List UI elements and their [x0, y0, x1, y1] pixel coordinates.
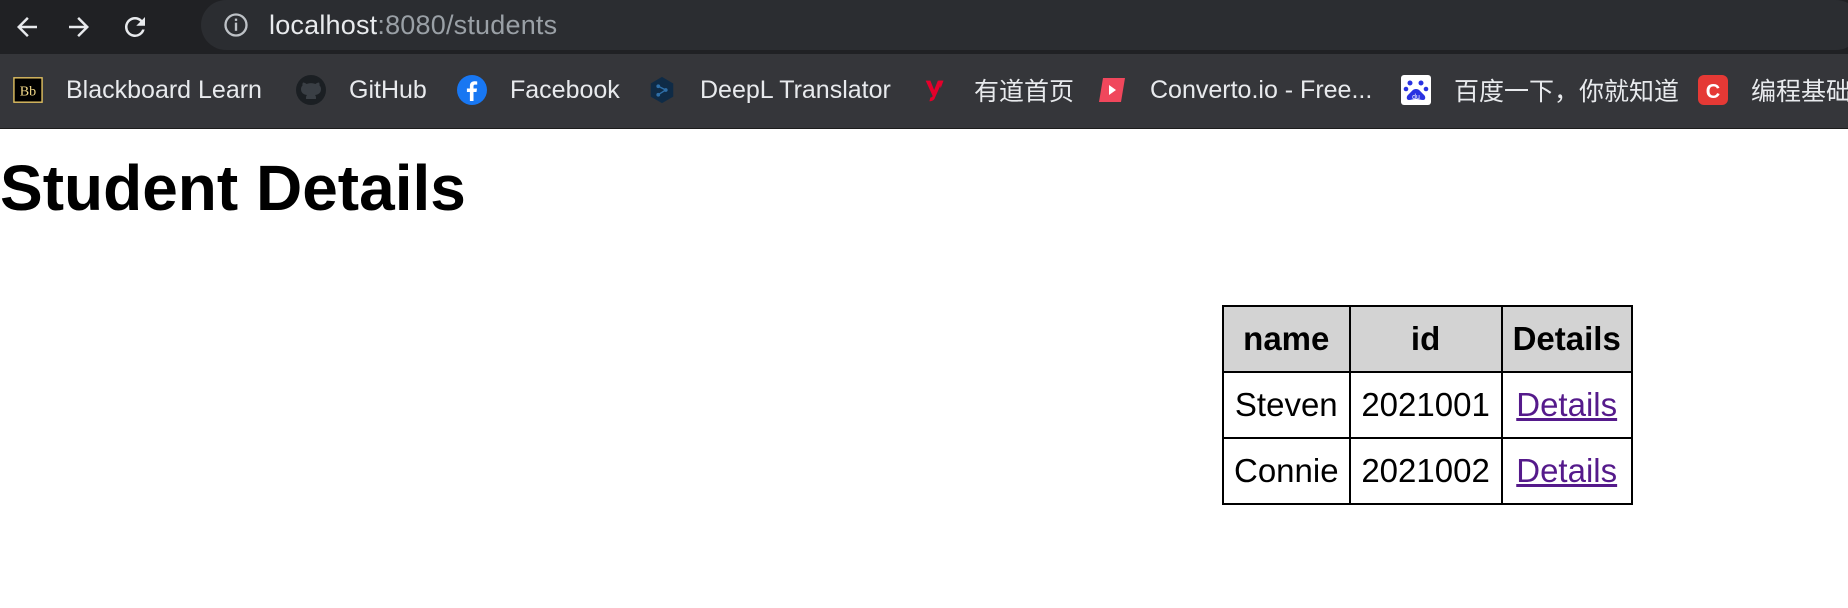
- table-row: Steven 2021001 Details: [1222, 371, 1633, 439]
- bookmark-baidu[interactable]: du 百度一下，你就知道: [1400, 70, 1679, 110]
- details-link[interactable]: Details: [1516, 452, 1617, 489]
- table-row: Connie 2021002 Details: [1222, 437, 1633, 505]
- student-id-cell: 2021001: [1348, 371, 1503, 439]
- reload-icon: [124, 16, 145, 37]
- url-text: localhost:8080/students: [269, 9, 558, 40]
- bookmark-blackboard[interactable]: Bb Blackboard Learn: [12, 70, 262, 110]
- bookmarks-bar: Bb Blackboard Learn GitHub Facebook Deep…: [0, 54, 1848, 129]
- bookmark-youdao[interactable]: 有道首页: [920, 70, 1074, 110]
- table-header-row: name id Details: [1222, 305, 1633, 373]
- bookmark-deepl[interactable]: DeepL Translator: [646, 70, 891, 110]
- converto-icon: [1096, 74, 1128, 106]
- column-header-name: name: [1222, 305, 1351, 373]
- students-table: name id Details Steven 2021001 Details C…: [1222, 305, 1633, 505]
- page-title: Student Details: [0, 152, 466, 224]
- bookmark-converto[interactable]: Converto.io - Free...: [1096, 70, 1372, 110]
- details-link[interactable]: Details: [1516, 386, 1617, 423]
- forward-button[interactable]: [58, 6, 100, 48]
- arrow-right-icon: [69, 17, 89, 37]
- details-cell: Details: [1500, 371, 1633, 439]
- reload-button[interactable]: [114, 6, 156, 48]
- svg-text:du: du: [1412, 94, 1420, 101]
- arrow-left-icon: [17, 17, 37, 37]
- deepl-icon: [646, 74, 678, 106]
- student-name-cell: Connie: [1222, 437, 1351, 505]
- svg-text:C: C: [1706, 81, 1720, 103]
- bookmark-facebook[interactable]: Facebook: [456, 70, 620, 110]
- browser-toolbar: localhost:8080/students: [0, 0, 1848, 54]
- column-header-details: Details: [1500, 305, 1633, 373]
- svg-text:Bb: Bb: [20, 84, 36, 100]
- student-id-cell: 2021002: [1348, 437, 1503, 505]
- bookmark-biancheng[interactable]: C 编程基础: [1697, 70, 1848, 110]
- c-icon: C: [1697, 74, 1729, 106]
- student-name-cell: Steven: [1222, 371, 1351, 439]
- bookmark-github[interactable]: GitHub: [295, 70, 427, 110]
- back-button[interactable]: [6, 6, 48, 48]
- youdao-icon: [920, 74, 952, 106]
- address-bar[interactable]: localhost:8080/students: [201, 0, 1848, 50]
- blackboard-icon: Bb: [12, 74, 44, 106]
- baidu-icon: du: [1400, 74, 1432, 106]
- github-icon: [295, 74, 327, 106]
- column-header-id: id: [1348, 305, 1503, 373]
- site-info-icon[interactable]: [221, 10, 251, 40]
- facebook-icon: [456, 74, 488, 106]
- details-cell: Details: [1500, 437, 1633, 505]
